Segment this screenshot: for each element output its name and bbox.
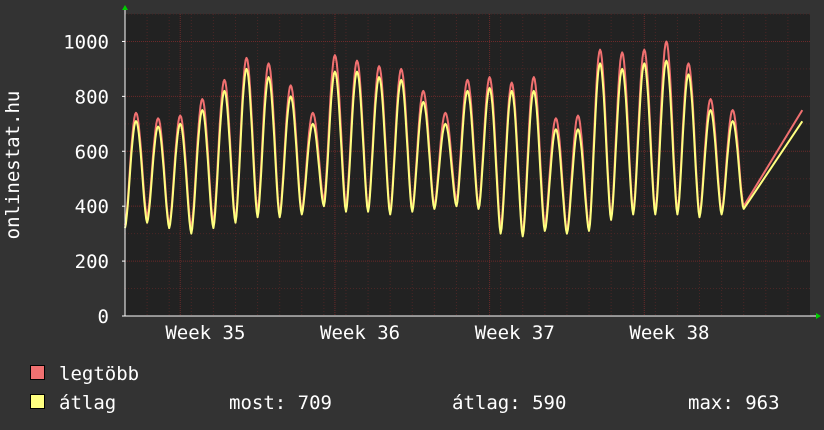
legend-swatch-max [30,365,45,380]
y-tick-label: 1000 [63,31,109,53]
y-tick-label: 200 [75,251,109,273]
plot-area [125,14,810,316]
y-axis-arrow-icon [122,5,128,10]
y-tick-label: 400 [75,196,109,218]
x-tick-label: Week 37 [475,322,555,344]
x-tick-label: Week 38 [629,322,709,344]
x-axis-arrow-icon [816,313,821,319]
legend-item-avg: átlag [30,391,116,415]
y-tick-label: 600 [75,141,109,163]
stat-max: max: 963 [688,392,780,414]
x-tick-label: Week 36 [320,322,400,344]
stat-average: átlag: 590 [452,392,567,414]
legend-item-max: legtöbb [30,362,139,386]
legend-label-avg: átlag [59,392,117,414]
legend-label-max: legtöbb [59,363,140,385]
y-tick-label: 800 [75,86,109,108]
stat-current: most: 709 [229,392,332,414]
x-tick-label: Week 35 [165,322,245,344]
plot-background [125,14,810,316]
y-tick-label: 0 [98,306,109,328]
legend-swatch-avg [30,394,45,409]
y-axis-label: onlinestat.hu [2,90,24,240]
